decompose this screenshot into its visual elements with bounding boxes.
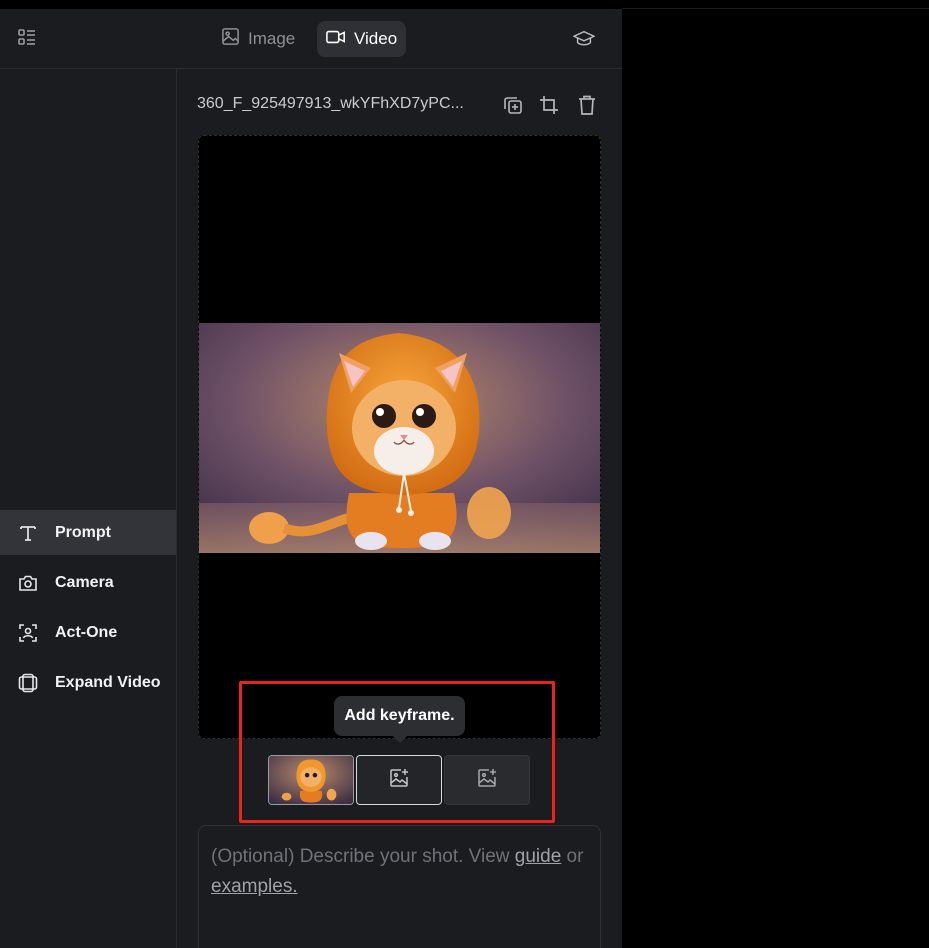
prompt-placeholder-middle: or <box>561 846 584 867</box>
generation-panel: Image Video Prompt Camera Act-One Expand… <box>0 9 622 948</box>
video-camera-icon <box>326 29 346 50</box>
kitten-image <box>199 323 600 553</box>
trash-icon[interactable] <box>575 93 599 117</box>
expand-frame-icon <box>17 672 39 694</box>
sidebar-item-label: Camera <box>55 573 114 591</box>
tooltip-arrow <box>392 735 408 743</box>
top-divider <box>622 8 929 9</box>
add-keyframe-slot-1[interactable] <box>356 755 442 805</box>
add-keyframe-icon <box>389 768 409 793</box>
file-name: 360_F_925497913_wkYFhXD7yPC... <box>197 95 464 112</box>
image-icon <box>221 27 240 51</box>
sidebar-item-label: Act-One <box>55 623 118 641</box>
prompt-input[interactable]: (Optional) Describe your shot. View guid… <box>198 825 601 948</box>
sidebar-item-expand-video[interactable]: Expand Video <box>0 660 176 705</box>
sidebar: Prompt Camera Act-One Expand Video <box>0 69 177 948</box>
list-menu-icon[interactable] <box>14 25 40 51</box>
sidebar-item-label: Expand Video <box>55 673 161 691</box>
text-t-icon <box>17 522 39 544</box>
sidebar-item-camera[interactable]: Camera <box>0 560 176 605</box>
first-frame-thumbnail[interactable] <box>268 755 354 805</box>
file-row: 360_F_925497913_wkYFhXD7yPC... <box>197 91 607 121</box>
duplicate-icon[interactable] <box>501 93 525 117</box>
graduation-cap-icon[interactable] <box>570 25 598 53</box>
add-keyframe-slot-2[interactable] <box>444 755 530 805</box>
add-keyframe-tooltip: Add keyframe. <box>334 696 465 736</box>
tab-video-label: Video <box>354 29 398 48</box>
tab-image-label: Image <box>248 29 296 48</box>
keyframe-strip <box>268 755 531 805</box>
sidebar-item-act-one[interactable]: Act-One <box>0 610 176 655</box>
prompt-placeholder-prefix: (Optional) Describe your shot. View <box>211 846 515 867</box>
guide-link[interactable]: guide <box>515 846 562 867</box>
sidebar-item-prompt[interactable]: Prompt <box>0 510 176 555</box>
tab-image[interactable]: Image <box>212 21 304 57</box>
add-keyframe-icon <box>477 768 497 793</box>
panel-header: Image Video <box>0 9 622 69</box>
camera-icon <box>17 572 39 594</box>
crop-icon[interactable] <box>537 93 561 117</box>
examples-link[interactable]: examples. <box>211 876 298 897</box>
video-preview <box>198 135 601 739</box>
face-scan-icon <box>17 622 39 644</box>
sidebar-item-label: Prompt <box>55 523 111 541</box>
tab-video[interactable]: Video <box>317 21 406 57</box>
